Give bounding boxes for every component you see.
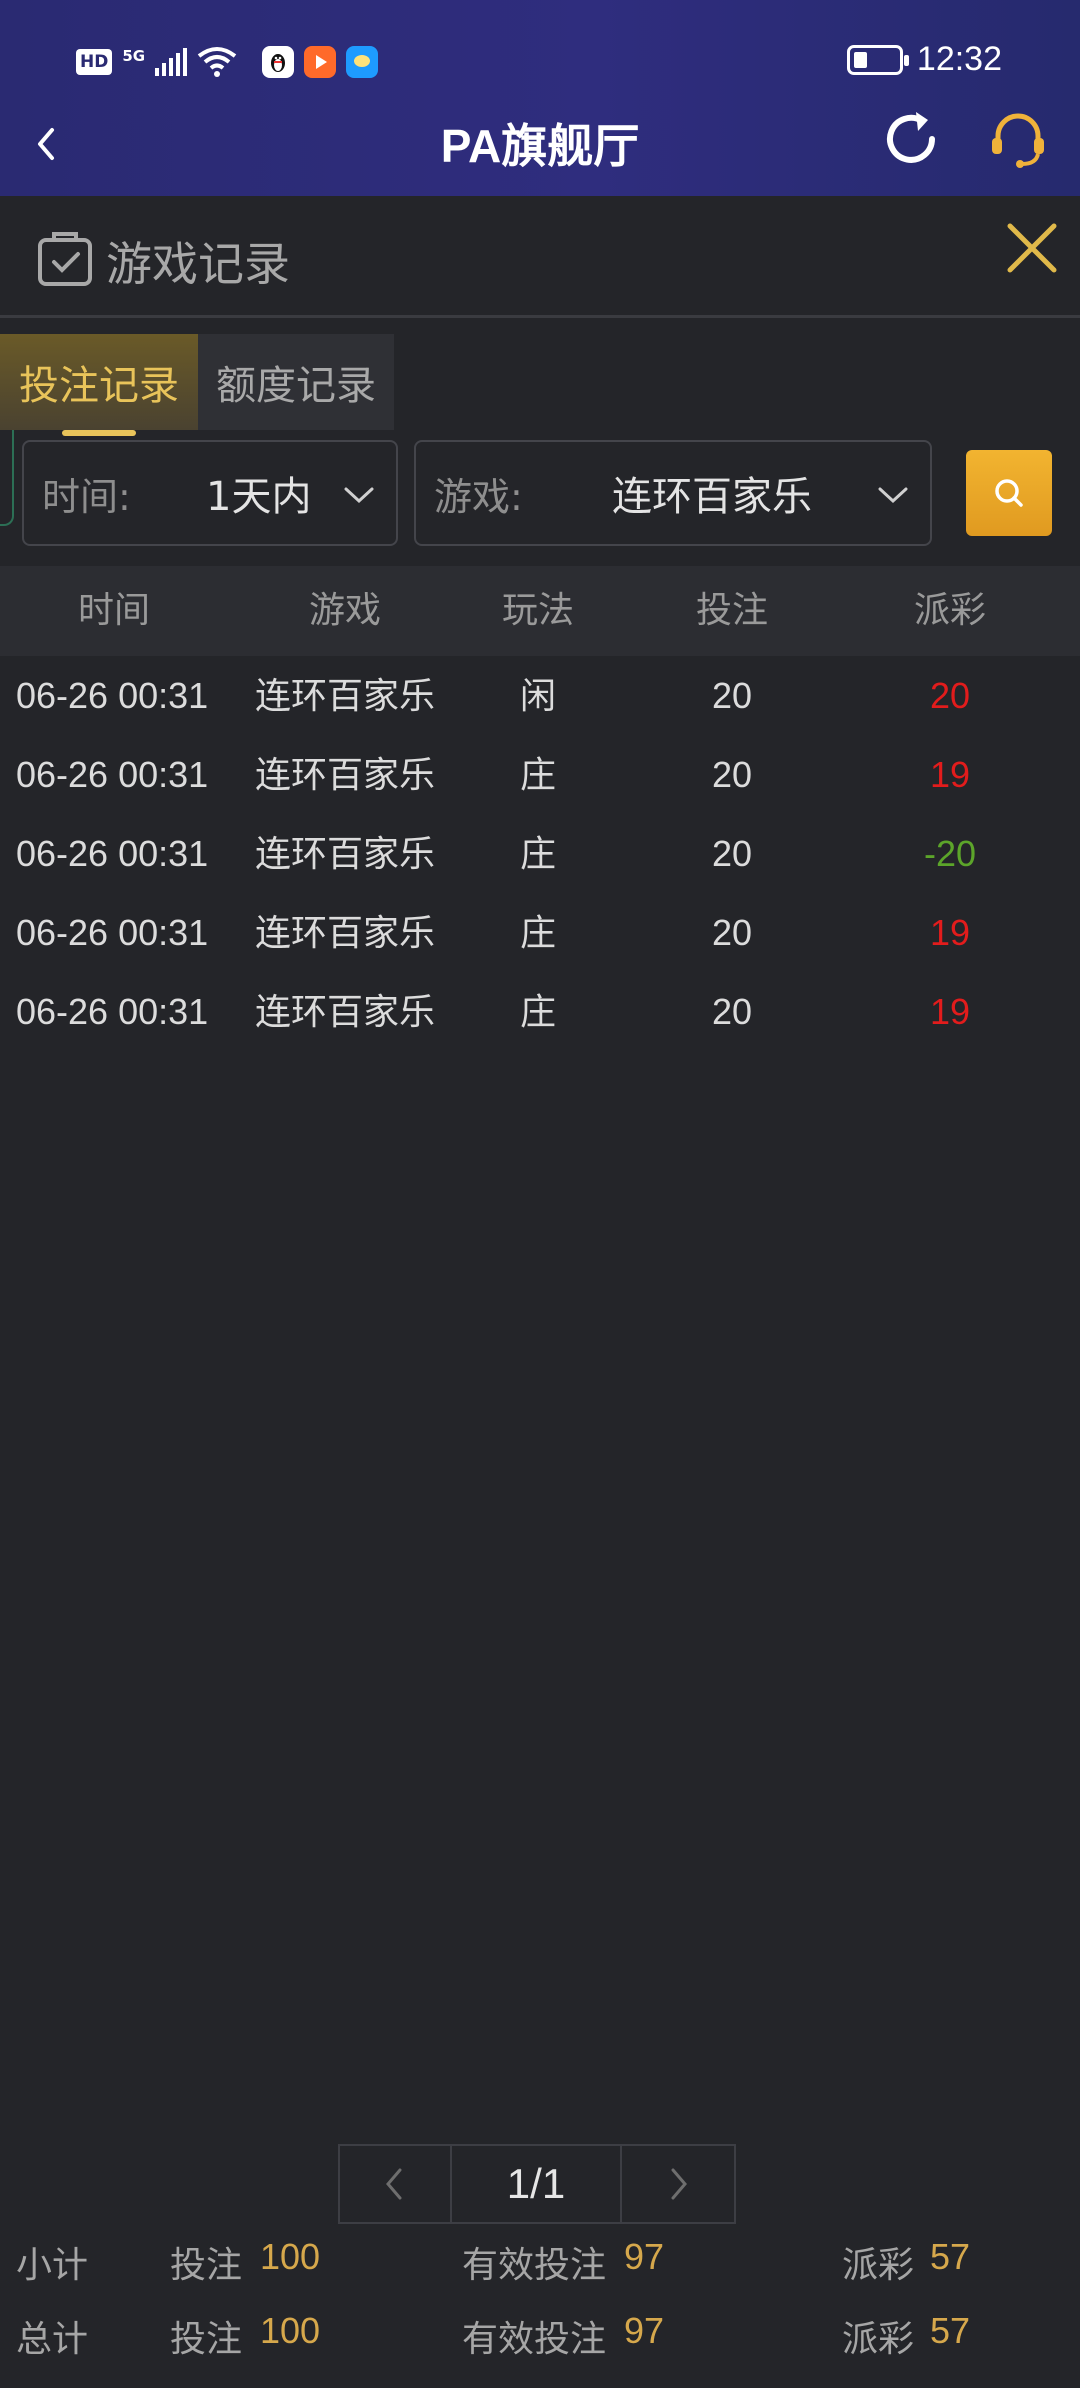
table-row: 06-26 00:31 连环百家乐 庄 20 19 [0,893,1080,972]
cell-game: 连环百家乐 [254,754,435,795]
total-label: 总计 [16,2319,89,2360]
penguin-app-icon [262,46,294,78]
search-button[interactable] [966,450,1052,536]
cell-play: 闲 [519,675,556,716]
table-row: 06-26 00:31 连环百家乐 闲 20 20 [0,656,1080,735]
cell-game: 连环百家乐 [254,991,435,1032]
battery-level [853,51,867,68]
subtotal-valid-value: 97 [624,2236,665,2277]
cell-game: 连环百家乐 [254,675,435,716]
table-row: 06-26 00:31 连环百家乐 庄 20 19 [0,972,1080,1051]
prev-page-button[interactable] [340,2146,452,2222]
chevron-left-icon [386,2168,402,2200]
cell-payout: 20 [929,675,971,716]
network-indicators: HD 5G [76,46,237,78]
next-page-button[interactable] [622,2146,734,2222]
cell-time: 06-26 00:31 [16,991,209,1032]
total-payout-value: 57 [930,2310,971,2351]
subtotal-payout-value: 57 [930,2236,971,2277]
time-filter-value: 1天内 [206,474,312,520]
total-bet-value: 100 [260,2310,321,2351]
cell-play: 庄 [519,991,556,1032]
battery-icon [846,44,909,75]
refresh-icon[interactable] [876,104,946,174]
cell-payout: 19 [929,754,971,795]
column-header-play: 玩法 [501,590,574,631]
wifi-icon [197,47,237,77]
cell-bet: 20 [711,754,753,795]
chevron-down-icon [344,487,374,504]
table-row: 06-26 00:31 连环百家乐 庄 20 19 [0,735,1080,814]
tab-label: 投注记录 [19,363,179,409]
cell-time: 06-26 00:31 [16,912,209,953]
clock: 12:32 [916,40,1002,78]
cell-time: 06-26 00:31 [16,675,209,716]
video-app-icon [304,46,336,78]
app-header: HD 5G 12:32 PA旗舰厅 [0,0,1080,196]
notification-app-icons [262,46,378,78]
total-payout-label: 派彩 [842,2319,915,2360]
cell-game: 连环百家乐 [254,833,435,874]
cell-payout: 19 [929,991,971,1032]
tab-credit-records[interactable]: 额度记录 [198,334,394,430]
total-bet-label: 投注 [170,2319,243,2360]
total-row: 总计 投注 100 有效投注 97 派彩 57 [0,2310,1080,2374]
chat-app-icon [346,46,378,78]
cell-bet: 20 [711,991,753,1032]
total-valid-label: 有效投注 [462,2319,607,2360]
cell-play: 庄 [519,912,556,953]
cell-bet: 20 [711,833,753,874]
chevron-down-icon [878,487,908,504]
cell-bet: 20 [711,912,753,953]
network-type: 5G [122,47,146,65]
game-filter-value: 连环百家乐 [612,474,812,520]
panel-header: 游戏记录 [0,196,1080,318]
subtotal-payout-label: 派彩 [842,2245,915,2286]
cell-time: 06-26 00:31 [16,833,209,874]
close-icon[interactable] [1000,216,1064,280]
tab-active-indicator [62,430,136,436]
cell-play: 庄 [519,833,556,874]
panel-title: 游戏记录 [106,237,290,291]
table-row: 06-26 00:31 连环百家乐 庄 20 -20 [0,814,1080,893]
search-icon [995,479,1023,507]
pagination: 1/1 [338,2144,736,2224]
game-filter-label: 游戏: [434,474,523,519]
cell-bet: 20 [711,675,753,716]
signal-icon [155,48,188,76]
total-valid-value: 97 [624,2310,665,2351]
game-filter-select[interactable]: 游戏: 连环百家乐 [414,440,932,546]
cell-play: 庄 [519,754,556,795]
cell-payout: 19 [929,912,971,953]
time-filter-select[interactable]: 时间: 1天内 [22,440,398,546]
column-header-bet: 投注 [695,590,768,631]
tab-bet-records[interactable]: 投注记录 [0,334,198,436]
subtotal-label: 小计 [16,2245,89,2286]
time-filter-label: 时间: [42,474,131,519]
headset-icon[interactable] [986,108,1050,172]
table-header: 时间 游戏 玩法 投注 派彩 [0,566,1080,656]
column-header-game: 游戏 [308,590,381,631]
subtotal-bet-value: 100 [260,2236,321,2277]
record-tabs: 投注记录 额度记录 [0,334,394,436]
subtotal-bet-label: 投注 [170,2245,243,2286]
title-bar: PA旗舰厅 [0,100,1080,196]
status-right: 12:32 [846,40,1002,79]
subtotal-row: 小计 投注 100 有效投注 97 派彩 57 [0,2236,1080,2300]
subtotal-valid-label: 有效投注 [462,2245,607,2286]
hd-badge: HD [76,49,113,75]
column-header-payout: 派彩 [913,590,986,631]
cell-payout: -20 [923,833,977,874]
cell-time: 06-26 00:31 [16,754,209,795]
tab-label: 额度记录 [216,363,376,409]
clipboard-check-icon [38,232,92,286]
column-header-time: 时间 [77,590,150,631]
cell-game: 连环百家乐 [254,912,435,953]
page-indicator: 1/1 [452,2146,622,2222]
chevron-right-icon [671,2168,687,2200]
